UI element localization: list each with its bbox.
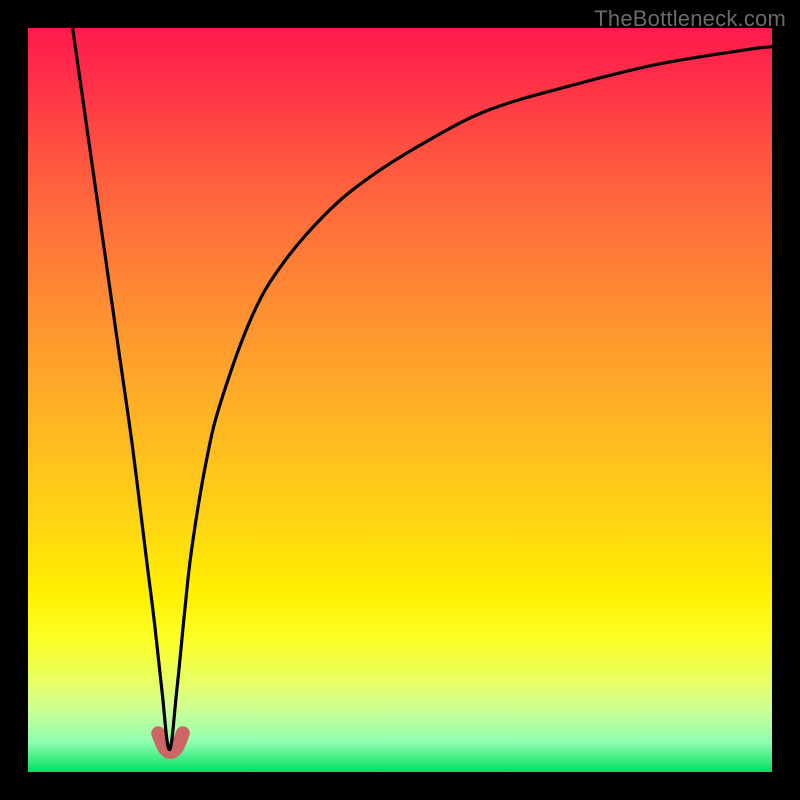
plot-area xyxy=(28,28,772,772)
bottleneck-curve xyxy=(73,28,772,750)
curve-layer xyxy=(28,28,772,772)
chart-frame: TheBottleneck.com xyxy=(0,0,800,800)
